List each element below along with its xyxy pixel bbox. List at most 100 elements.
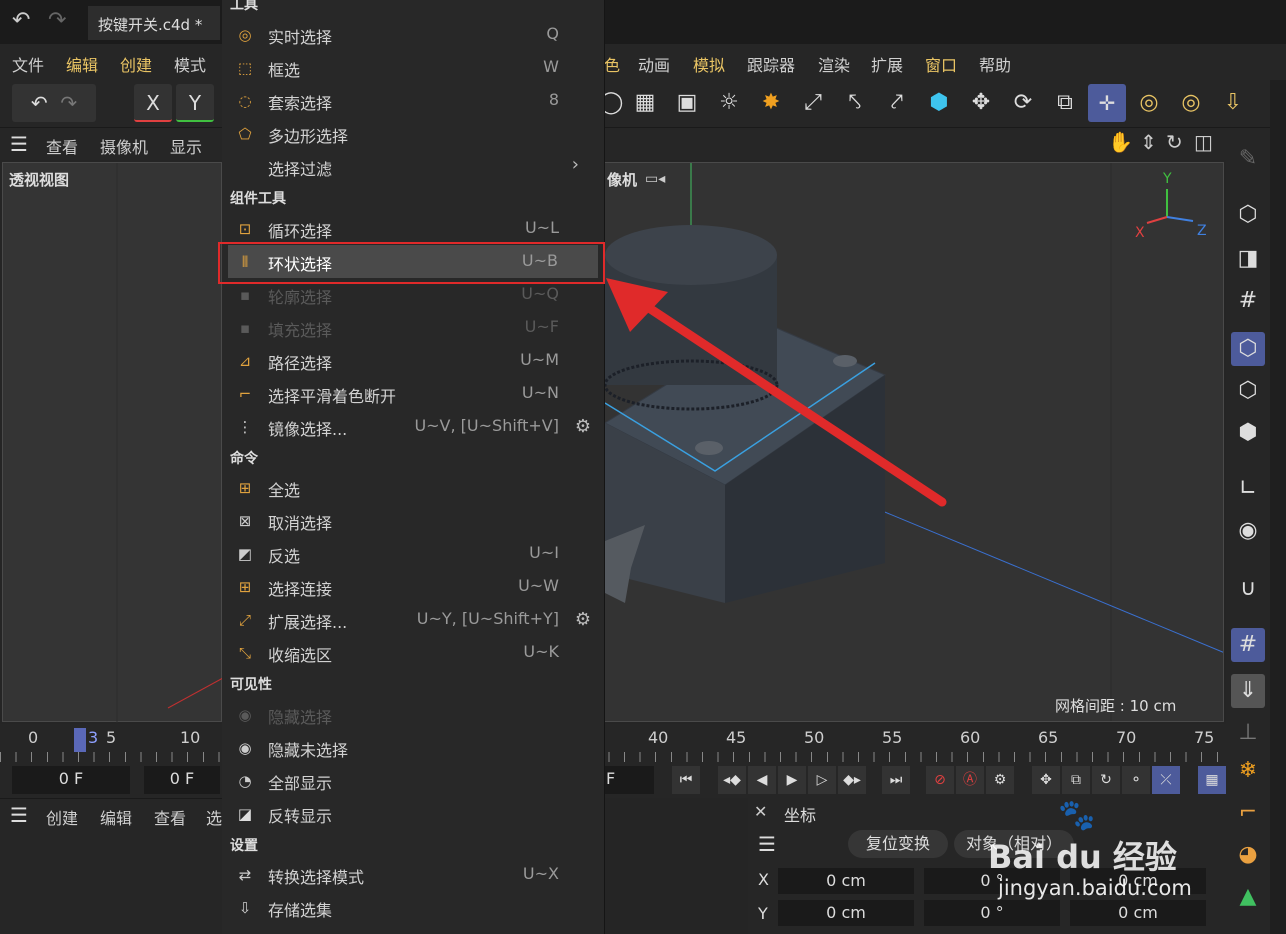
menu-item-grow-selection[interactable]: ⤢ 扩展选择... U~Y, [U~Shift+Y] ⚙ — [222, 603, 605, 636]
menu-mode[interactable]: 模式 — [174, 52, 206, 76]
menu-item-path-select[interactable]: ⊿ 路径选择 U~M — [222, 344, 605, 377]
scale-arrow-icon[interactable]: ⤢ — [796, 86, 830, 120]
keyframe-settings-icon[interactable]: ⚙ — [986, 766, 1014, 794]
object-menu-create[interactable]: 创建 — [46, 805, 78, 829]
workplane-icon[interactable]: # — [1231, 284, 1265, 318]
playhead[interactable] — [74, 728, 86, 752]
perspective-viewport[interactable]: 透视视图 — [2, 162, 223, 723]
file-tab[interactable]: 按键开关.c4d * — [88, 6, 220, 40]
menu-color[interactable]: 色 — [604, 52, 620, 76]
snap-magnet-icon[interactable]: ∪ — [1231, 572, 1265, 606]
menu-item-fill-select[interactable]: ▪ 填充选择 U~F — [222, 311, 605, 344]
play-icon[interactable]: ▶ — [778, 766, 806, 794]
edge-mode-icon[interactable]: ⬡ — [1231, 374, 1265, 408]
hamburger-icon[interactable]: ☰ — [10, 132, 28, 156]
move-active-button[interactable]: ✛ — [1088, 84, 1126, 122]
menu-item-convert-selection[interactable]: ⇄ 转换选择模式 U~X — [222, 858, 605, 891]
undo-icon[interactable]: ↶ — [31, 91, 48, 115]
menu-tracker[interactable]: 跟踪器 — [747, 52, 795, 76]
y-axis-toggle[interactable]: Y — [176, 84, 214, 122]
frame-start-field[interactable]: 0 F — [12, 766, 130, 794]
model-mode-icon[interactable]: ⬡ — [1231, 198, 1265, 232]
menu-item-loop-select[interactable]: ⊡ 循环选择 U~L — [222, 212, 605, 245]
menu-window[interactable]: 窗口 — [925, 52, 957, 76]
next-key-icon[interactable]: ◆▸ — [838, 766, 866, 794]
rotate-arrow-icon[interactable]: ⤣ — [838, 86, 872, 120]
menu-item-mirror-select[interactable]: ⋮ 镜像选择... U~V, [U~Shift+V] ⚙ — [222, 410, 605, 443]
close-icon[interactable]: ✕ — [754, 802, 767, 821]
prev-key-icon[interactable]: ◂◆ — [718, 766, 746, 794]
light-icon[interactable]: ☼ — [712, 86, 746, 120]
download-select-icon[interactable]: ⇩ — [1216, 86, 1250, 120]
menu-item-select-connected[interactable]: ⊞ 选择连接 U~W — [222, 570, 605, 603]
live-select-tool-icon[interactable]: ◎ — [1132, 86, 1166, 120]
menu-create[interactable]: 创建 — [120, 52, 152, 76]
menu-item-select-all[interactable]: ⊞ 全选 — [222, 471, 605, 504]
snowflake-icon[interactable]: ❄ — [1231, 754, 1265, 788]
menu-edit[interactable]: 编辑 — [66, 52, 98, 76]
position-y-field[interactable]: 0 cm — [778, 900, 914, 926]
menu-help[interactable]: 帮助 — [979, 52, 1011, 76]
camera-icon[interactable]: ▣ — [670, 86, 704, 120]
redo-icon[interactable]: ↷ — [48, 8, 66, 33]
camera-menu[interactable]: 摄像机 — [100, 134, 148, 158]
x-axis-toggle[interactable]: X — [134, 84, 172, 122]
plugin-icon[interactable]: ◕ — [1231, 838, 1265, 872]
next-frame-icon[interactable]: ▷ — [808, 766, 836, 794]
key-param-icon[interactable]: ⚬ — [1122, 766, 1150, 794]
menu-item-phong-break-select[interactable]: ⌐ 选择平滑着色断开 U~N — [222, 377, 605, 410]
prev-frame-icon[interactable]: ◀ — [748, 766, 776, 794]
menu-item-live-select[interactable]: ◎ 实时选择 Q — [222, 18, 605, 51]
undo-icon[interactable]: ↶ — [12, 8, 30, 33]
gear-icon[interactable]: ⚙ — [575, 609, 591, 630]
point-mode-icon[interactable]: ⬡ — [1231, 332, 1265, 366]
go-to-end-icon[interactable]: ⏭ — [882, 766, 910, 794]
position-x-field[interactable]: 0 cm — [778, 868, 914, 894]
menu-item-invert-visibility[interactable]: ◪ 反转显示 — [222, 797, 605, 830]
key-position-icon[interactable]: ✥ — [1032, 766, 1060, 794]
solo-icon[interactable]: ◉ — [1231, 514, 1265, 548]
menu-item-unhide-all[interactable]: ◔ 全部显示 — [222, 764, 605, 797]
pen-icon[interactable]: ✎ — [1231, 142, 1265, 176]
dolly-icon[interactable]: ⇕ — [1140, 130, 1157, 154]
reset-transform-button[interactable]: 复位变换 — [848, 830, 948, 858]
axis-mode-icon[interactable]: ∟ — [1231, 472, 1265, 506]
menu-item-invert-selection[interactable]: ◩ 反选 U~I — [222, 537, 605, 570]
view-menu[interactable]: 查看 — [46, 134, 78, 158]
menu-file[interactable]: 文件 — [12, 52, 44, 76]
corner-icon[interactable]: ⌐ — [1231, 796, 1265, 830]
selection-tool-icon[interactable]: ◎ — [1174, 86, 1208, 120]
up-axis-icon[interactable]: ⊥ — [1231, 716, 1265, 750]
texture-mode-icon[interactable]: ◨ — [1231, 242, 1265, 276]
snap-grid-icon[interactable]: # — [1231, 628, 1265, 662]
key-rotation-icon[interactable]: ↻ — [1092, 766, 1120, 794]
cube-icon[interactable]: ⬢ — [922, 86, 956, 120]
display-menu[interactable]: 显示 — [170, 134, 202, 158]
menu-render[interactable]: 渲染 — [818, 52, 850, 76]
move-arrow-icon[interactable]: ⤤ — [880, 86, 914, 120]
autokey-icon[interactable]: Ⓐ — [956, 766, 984, 794]
frame-end-field[interactable]: F — [604, 766, 654, 794]
object-menu-view[interactable]: 查看 — [154, 805, 186, 829]
move-tool-icon[interactable]: ✥ — [964, 86, 998, 120]
hand-pan-icon[interactable]: ✋ — [1108, 130, 1133, 154]
menu-item-hide-unselected[interactable]: ◉ 隐藏未选择 — [222, 731, 605, 764]
menu-item-shrink-selection[interactable]: ⤡ 收缩选区 U~K — [222, 636, 605, 669]
effector-icon[interactable]: ✸ — [754, 86, 788, 120]
menu-item-hide-selected[interactable]: ◉ 隐藏选择 — [222, 698, 605, 731]
key-pla-icon[interactable]: ⤫ — [1152, 766, 1180, 794]
grid-icon[interactable]: ▦ — [628, 86, 662, 120]
orbit-icon[interactable]: ↻ — [1166, 130, 1183, 154]
scale-tool-icon[interactable]: ⧉ — [1048, 86, 1082, 120]
rotate-tool-icon[interactable]: ⟳ — [1006, 86, 1040, 120]
menu-extensions[interactable]: 扩展 — [871, 52, 903, 76]
hamburger-icon[interactable]: ☰ — [758, 832, 776, 856]
record-icon[interactable]: ⊘ — [926, 766, 954, 794]
triangle-icon[interactable]: ▲ — [1231, 880, 1265, 914]
go-to-start-icon[interactable]: ⏮ — [672, 766, 700, 794]
menu-item-lasso-select[interactable]: ◌ 套索选择 8 — [222, 84, 605, 117]
menu-animate[interactable]: 动画 — [638, 52, 670, 76]
menu-item-box-select[interactable]: ⬚ 框选 W — [222, 51, 605, 84]
object-menu-edit[interactable]: 编辑 — [100, 805, 132, 829]
menu-simulate[interactable]: 模拟 — [693, 52, 725, 76]
